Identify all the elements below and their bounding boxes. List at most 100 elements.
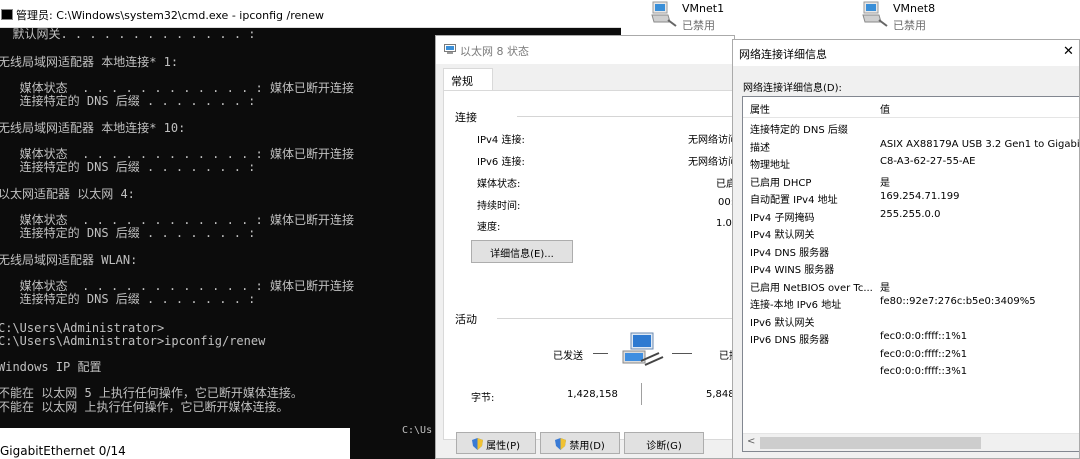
sent-line <box>593 353 608 354</box>
cmd-line: 连接特定的 DNS 后缀 . . . . . . . : <box>0 292 256 306</box>
cmd-line: 连接特定的 DNS 后缀 . . . . . . . : <box>0 226 256 240</box>
detail-value: fec0:0:0:ffff::1%1 <box>880 331 968 342</box>
detail-value: 是 <box>880 283 890 294</box>
cmd-line: 默认网关. . . . . . . . . . . . . : <box>0 27 256 41</box>
detail-value: fec0:0:0:ffff::2%1 <box>880 349 968 360</box>
detail-property: 连接特定的 DNS 后缀 <box>750 125 848 136</box>
cmd-line: 不能在 以太网 5 上执行任何操作，它已断开媒体连接。 <box>0 386 303 400</box>
speed-label: 速度: <box>477 222 501 233</box>
cmd-line: C:\Users\Administrator> <box>0 321 165 335</box>
properties-button-label: 属性(P) <box>486 441 521 452</box>
network-adapter-icon <box>862 1 888 27</box>
details-list-label: 网络连接详细信息(D): <box>743 83 842 94</box>
bytes-received-value: 5,848, <box>706 389 735 400</box>
activity-divider <box>497 318 734 319</box>
details-button[interactable]: 详细信息(E)... <box>471 240 573 263</box>
detail-property: IPv4 WINS 服务器 <box>750 265 835 276</box>
cmd-line: 媒体状态 . . . . . . . . . . . . : 媒体已断开连接 <box>0 279 354 293</box>
scroll-left-icon[interactable]: < <box>747 436 755 447</box>
detail-value: ASIX AX88179A USB 3.2 Gen1 to Gigabi <box>880 139 1080 150</box>
ipv4-connectivity-label: IPv4 连接: <box>477 135 525 146</box>
cmd-line: Windows IP 配置 <box>0 360 102 374</box>
detail-value: 169.254.71.199 <box>880 191 960 202</box>
detail-property: IPv4 DNS 服务器 <box>750 248 830 259</box>
properties-button[interactable]: 属性(P) <box>456 432 536 454</box>
detail-property: 物理地址 <box>750 160 790 171</box>
detail-property: 已启用 NetBIOS over Tc... <box>750 283 873 294</box>
network-adapter-icon <box>444 44 456 54</box>
adapter-status: 已禁用 <box>893 19 926 32</box>
ipv4-connectivity-value: 无网络访问权限 <box>688 135 734 146</box>
network-adapter-icon <box>651 1 677 27</box>
cmd-line: C:\Users\Administrator>ipconfig/renew <box>0 334 266 348</box>
media-state-label: 媒体状态: <box>477 179 521 190</box>
second-cmd-window[interactable]: C:\Us <box>350 425 435 459</box>
detail-property: 已启用 DHCP <box>750 178 812 189</box>
detail-property: 连接-本地 IPv6 地址 <box>750 300 842 311</box>
diagnose-button-label: 诊断(G) <box>646 441 682 452</box>
detail-value: fe80::92e7:276c:b5e0:3409%5 <box>880 296 1036 307</box>
details-title: 网络连接详细信息 <box>739 48 827 61</box>
adapter-name: VMnet8 <box>893 2 936 15</box>
column-header-property[interactable]: 属性 <box>750 101 770 116</box>
disable-button[interactable]: 禁用(D) <box>540 432 620 454</box>
connection-details-dialog[interactable]: 网络连接详细信息 ✕ 网络连接详细信息(D): 属性 值 连接特定的 DNS 后… <box>732 39 1080 459</box>
details-button-label: 详细信息(E)... <box>490 249 554 260</box>
tab-general[interactable]: 常规 <box>443 68 493 91</box>
cmd-line: 无线局域网适配器 本地连接* 10: <box>0 121 186 135</box>
general-panel: 连接 IPv4 连接: 无网络访问权限 IPv6 连接: 无网络访问权限 媒体状… <box>443 90 735 440</box>
cmd-line: 媒体状态 . . . . . . . . . . . . : 媒体已断开连接 <box>0 147 354 161</box>
detail-value: C8-A3-62-27-55-AE <box>880 156 976 167</box>
cmd-line: 连接特定的 DNS 后缀 . . . . . . . : <box>0 160 256 174</box>
close-icon[interactable]: ✕ <box>1063 44 1074 59</box>
activity-section-label: 活动 <box>455 313 477 326</box>
details-list[interactable]: 属性 值 连接特定的 DNS 后缀 描述 ASIX AX88179A USB 3… <box>742 96 1080 452</box>
adapter-vmnet1[interactable]: VMnet1 已禁用 <box>650 0 800 32</box>
shield-icon <box>471 438 483 450</box>
connection-divider <box>517 116 734 117</box>
tab-general-label: 常规 <box>451 75 473 88</box>
adapter-name: VMnet1 <box>682 2 725 15</box>
detail-property: IPv4 默认网关 <box>750 230 815 241</box>
ipv6-connectivity-label: IPv6 连接: <box>477 157 525 168</box>
shield-icon <box>555 438 567 450</box>
detail-property: 自动配置 IPv4 地址 <box>750 195 838 206</box>
column-header-value[interactable]: 值 <box>880 101 890 116</box>
second-cmd-text: C:\Us <box>402 425 433 436</box>
sent-label: 已发送 <box>553 351 583 362</box>
cmd-line: 以太网适配器 以太网 4: <box>0 187 135 201</box>
cmd-title: 管理员: C:\Windows\system32\cmd.exe - ipcon… <box>16 9 324 22</box>
cmd-line: 媒体状态 . . . . . . . . . . . . : 媒体已断开连接 <box>0 81 354 95</box>
detail-property: IPv6 DNS 服务器 <box>750 335 830 346</box>
cmd-line: 连接特定的 DNS 后缀 . . . . . . . : <box>0 94 256 108</box>
horizontal-scrollbar[interactable]: < <box>743 433 1079 451</box>
ethernet-status-title-bar[interactable]: 以太网 8 状态 <box>436 36 734 64</box>
details-list-header: 属性 值 <box>743 97 1079 118</box>
bytes-label: 字节: <box>471 393 495 404</box>
details-title-bar[interactable]: 网络连接详细信息 ✕ <box>733 40 1079 66</box>
received-line <box>672 353 692 354</box>
scrollbar-thumb[interactable] <box>760 437 981 449</box>
cmd-line: 无线局域网适配器 WLAN: <box>0 253 138 267</box>
disable-button-label: 禁用(D) <box>569 441 605 452</box>
detail-property: IPv4 子网掩码 <box>750 213 815 224</box>
cmd-title-bar[interactable]: 管理员: C:\Windows\system32\cmd.exe - ipcon… <box>0 0 621 28</box>
detail-property: 描述 <box>750 143 770 154</box>
ethernet-status-title: 以太网 8 状态 <box>460 45 529 58</box>
detail-value: 255.255.0.0 <box>880 209 941 220</box>
detail-value: fec0:0:0:ffff::3%1 <box>880 366 968 377</box>
connection-section-label: 连接 <box>455 111 477 124</box>
diagnose-button[interactable]: 诊断(G) <box>624 432 704 454</box>
adapter-status: 已禁用 <box>682 19 715 32</box>
adapter-vmnet8[interactable]: VMnet8 已禁用 <box>861 0 1011 32</box>
ipv6-connectivity-value: 无网络访问权限 <box>688 157 734 168</box>
background-document-text: GigabitEthernet 0/14 <box>0 444 126 458</box>
detail-property: IPv6 默认网关 <box>750 318 815 329</box>
detail-value: 是 <box>880 178 890 189</box>
network-activity-icon <box>622 332 664 366</box>
ethernet-status-dialog[interactable]: 以太网 8 状态 常规 连接 IPv4 连接: 无网络访问权限 IPv6 连接:… <box>435 35 735 459</box>
cmd-line: 不能在 以太网 上执行任何操作，它已断开媒体连接。 <box>0 400 289 414</box>
duration-label: 持续时间: <box>477 201 521 212</box>
bytes-sent-value: 1,428,158 <box>567 389 618 400</box>
cmd-icon <box>1 9 13 20</box>
